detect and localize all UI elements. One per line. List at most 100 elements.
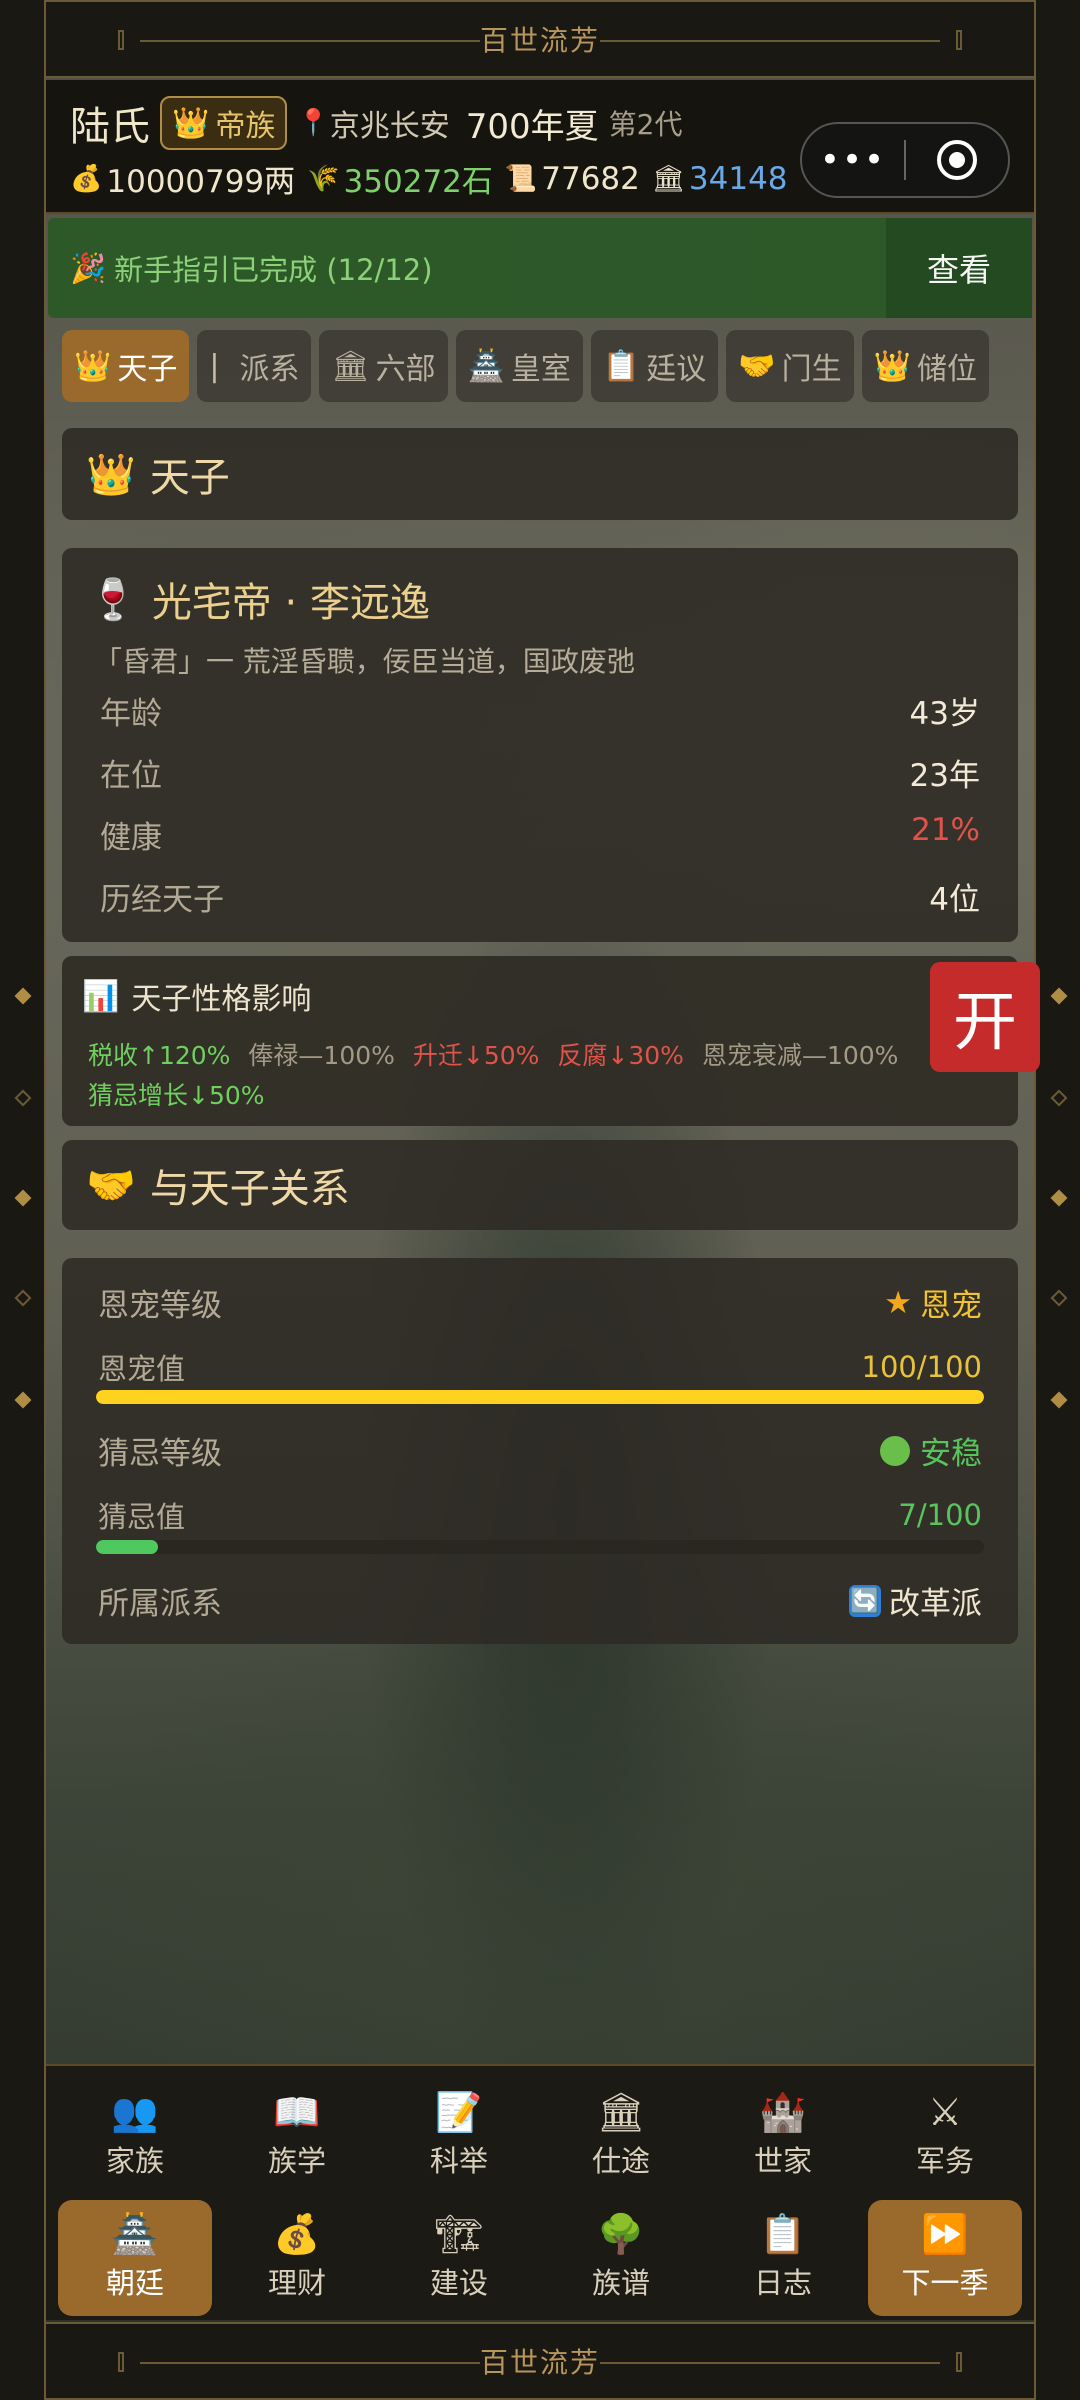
favor-level-value: 恩宠 [920,1288,982,1324]
tab-factions[interactable]: | 派系 [197,330,312,402]
nav-construction[interactable]: 🏗 建设 [382,2200,536,2316]
suspicion-level-row: 猜忌等级 安稳 [98,1428,982,1473]
nav-career[interactable]: 🏛 仕途 [544,2080,698,2192]
open-button[interactable]: 开 [930,962,1040,1072]
tab-succession[interactable]: 👑 储位 [861,330,989,402]
nav-label: 科举 [429,2144,488,2178]
stat-label: 年龄 [100,696,162,732]
top-banner: 百世流芳 [46,0,1034,78]
tab-label: 皇室 [510,352,571,387]
nav-label: 仕途 [591,2144,650,2178]
favor-value-row: 恩宠值 100/100 [98,1346,982,1388]
tutorial-complete-bar: 🎉 新手指引已完成 (12/12) 查看 [48,218,1032,318]
emperor-card: 🍷 光宅帝 · 李远逸 「昏君」一 荒淫昏聩，佞臣当道，国政废弛 年龄 43岁 … [62,548,1018,942]
location-label: 京兆长安 [329,109,450,144]
clan-badge[interactable]: 👑 帝族 [160,96,288,150]
favor-value: 100/100 [861,1350,982,1384]
tab-disciples[interactable]: 🤝 门生 [726,330,854,402]
effect-anticorruption: 反腐↓30% [557,1041,684,1070]
tab-emperor[interactable]: 👑 天子 [62,330,190,402]
building-icon: 🏛 [331,348,370,384]
tree-icon: 🌳 [597,2212,645,2256]
frame-ornament [14,1391,32,1409]
favor-level-row: 恩宠等级 ★ 恩宠 [98,1280,982,1325]
favor-level-label: 恩宠等级 [98,1288,222,1324]
stat-row-health: 健康 21% [100,812,980,857]
effects-title: 天子性格影响 [131,982,312,1017]
court-tabs: 👑 天子 | 派系 🏛 六部 🏯 皇室 📋 廷议 🤝 门生 👑 储位 [62,330,989,402]
grain-value: 350272石 [343,164,493,200]
current-year: 700年夏 [465,106,599,147]
view-tutorial-button[interactable]: 查看 [886,218,1032,318]
stat-value: 43岁 [909,696,980,732]
banner-line [600,2362,940,2364]
handshake-icon: 🤝 [738,348,776,384]
favor-progress-bar [96,1390,984,1404]
nav-log[interactable]: 📋 日志 [706,2200,860,2316]
nav-clan-school[interactable]: 📖 族学 [220,2080,374,2192]
party-popper-icon: 🎉 [70,250,107,285]
nav-exam[interactable]: 📝 科举 [382,2080,536,2192]
tab-label: 廷议 [646,352,707,387]
frame-ornament [1050,1189,1068,1207]
nav-label: 族学 [267,2144,326,2178]
close-miniprogram-button[interactable] [906,140,1008,180]
nav-noble-families[interactable]: 🏰 世家 [706,2080,860,2192]
swords-icon: ⚔ [927,2090,963,2134]
tab-royal-family[interactable]: 🏯 皇室 [455,330,583,402]
banner-line [140,2362,480,2364]
nav-genealogy[interactable]: 🌳 族谱 [544,2200,698,2316]
money-bag-icon: 💰 [70,163,103,194]
effects-line: 税收↑120% 俸禄—100% 升迁↓50% 反腐↓30% 恩宠衰减—100% [88,1036,898,1072]
crown-icon: 👑 [86,451,136,498]
frame-ornament [1050,1089,1068,1107]
left-frame [0,0,46,2400]
banner-line [140,40,480,42]
palace-icon: 🏯 [467,348,505,384]
chart-icon: 📊 [82,978,120,1014]
stat-value: 23年 [909,758,980,794]
wine-glass-icon: 🍷 [88,576,138,623]
next-season-button[interactable]: ⏩ 下一季 [868,2200,1022,2316]
emperor-name: 光宅帝 · 李远逸 [151,580,430,626]
nav-family[interactable]: 👥 家族 [58,2080,212,2192]
nav-court[interactable]: 🏯 朝廷 [58,2200,212,2316]
suspicion-value-row: 猜忌值 7/100 [98,1494,982,1536]
stat-value: 21% [911,812,980,848]
effect-suspicion-growth: 猜忌增长↓50% [88,1081,265,1110]
castle-icon: 🏰 [759,2090,807,2134]
tab-label: 储位 [917,352,977,387]
tutorial-status-label: 新手指引已完成 (12/12) [114,253,433,287]
frame-ornament [14,1189,32,1207]
frame-ornament [14,987,32,1005]
emperor-description: 「昏君」一 荒淫昏聩，佞臣当道，国政废弛 [94,645,635,678]
bottom-banner: 百世流芳 [46,2322,1034,2400]
frame-ornament [14,1289,32,1307]
green-circle-icon [880,1435,910,1466]
more-menu-button[interactable]: ••• [802,140,904,180]
nav-military[interactable]: ⚔ 军务 [868,2080,1022,2192]
book-icon: 📖 [273,2090,321,2134]
log-icon: 📋 [759,2212,807,2256]
nav-label: 下一季 [901,2266,989,2300]
refresh-icon: 🔄 [849,1584,881,1617]
tab-label: 门生 [781,352,842,387]
scroll-value: 77682 [541,160,640,197]
suspicion-level-value: 安稳 [920,1436,982,1472]
suspicion-value-label: 猜忌值 [98,1500,186,1534]
family-icon: 👥 [111,2090,159,2134]
tab-ministries[interactable]: 🏛 六部 [319,330,448,402]
crane-icon: 🏗 [434,2212,484,2256]
tab-court-debate[interactable]: 📋 廷议 [590,330,719,402]
effect-favor-decay: 恩宠衰减—100% [701,1041,899,1070]
handshake-icon: 🤝 [86,1162,136,1209]
effect-promotion: 升迁↓50% [412,1041,540,1070]
nav-finance[interactable]: 💰 理财 [220,2200,374,2316]
grain-icon: 🌾 [307,163,340,194]
nav-label: 建设 [429,2266,488,2300]
effects-line: 猜忌增长↓50% [88,1076,265,1112]
suspicion-level: 安稳 [880,1428,982,1473]
nav-label: 日志 [753,2266,812,2300]
stat-label: 历经天子 [100,882,224,918]
nav-label: 家族 [105,2144,164,2178]
